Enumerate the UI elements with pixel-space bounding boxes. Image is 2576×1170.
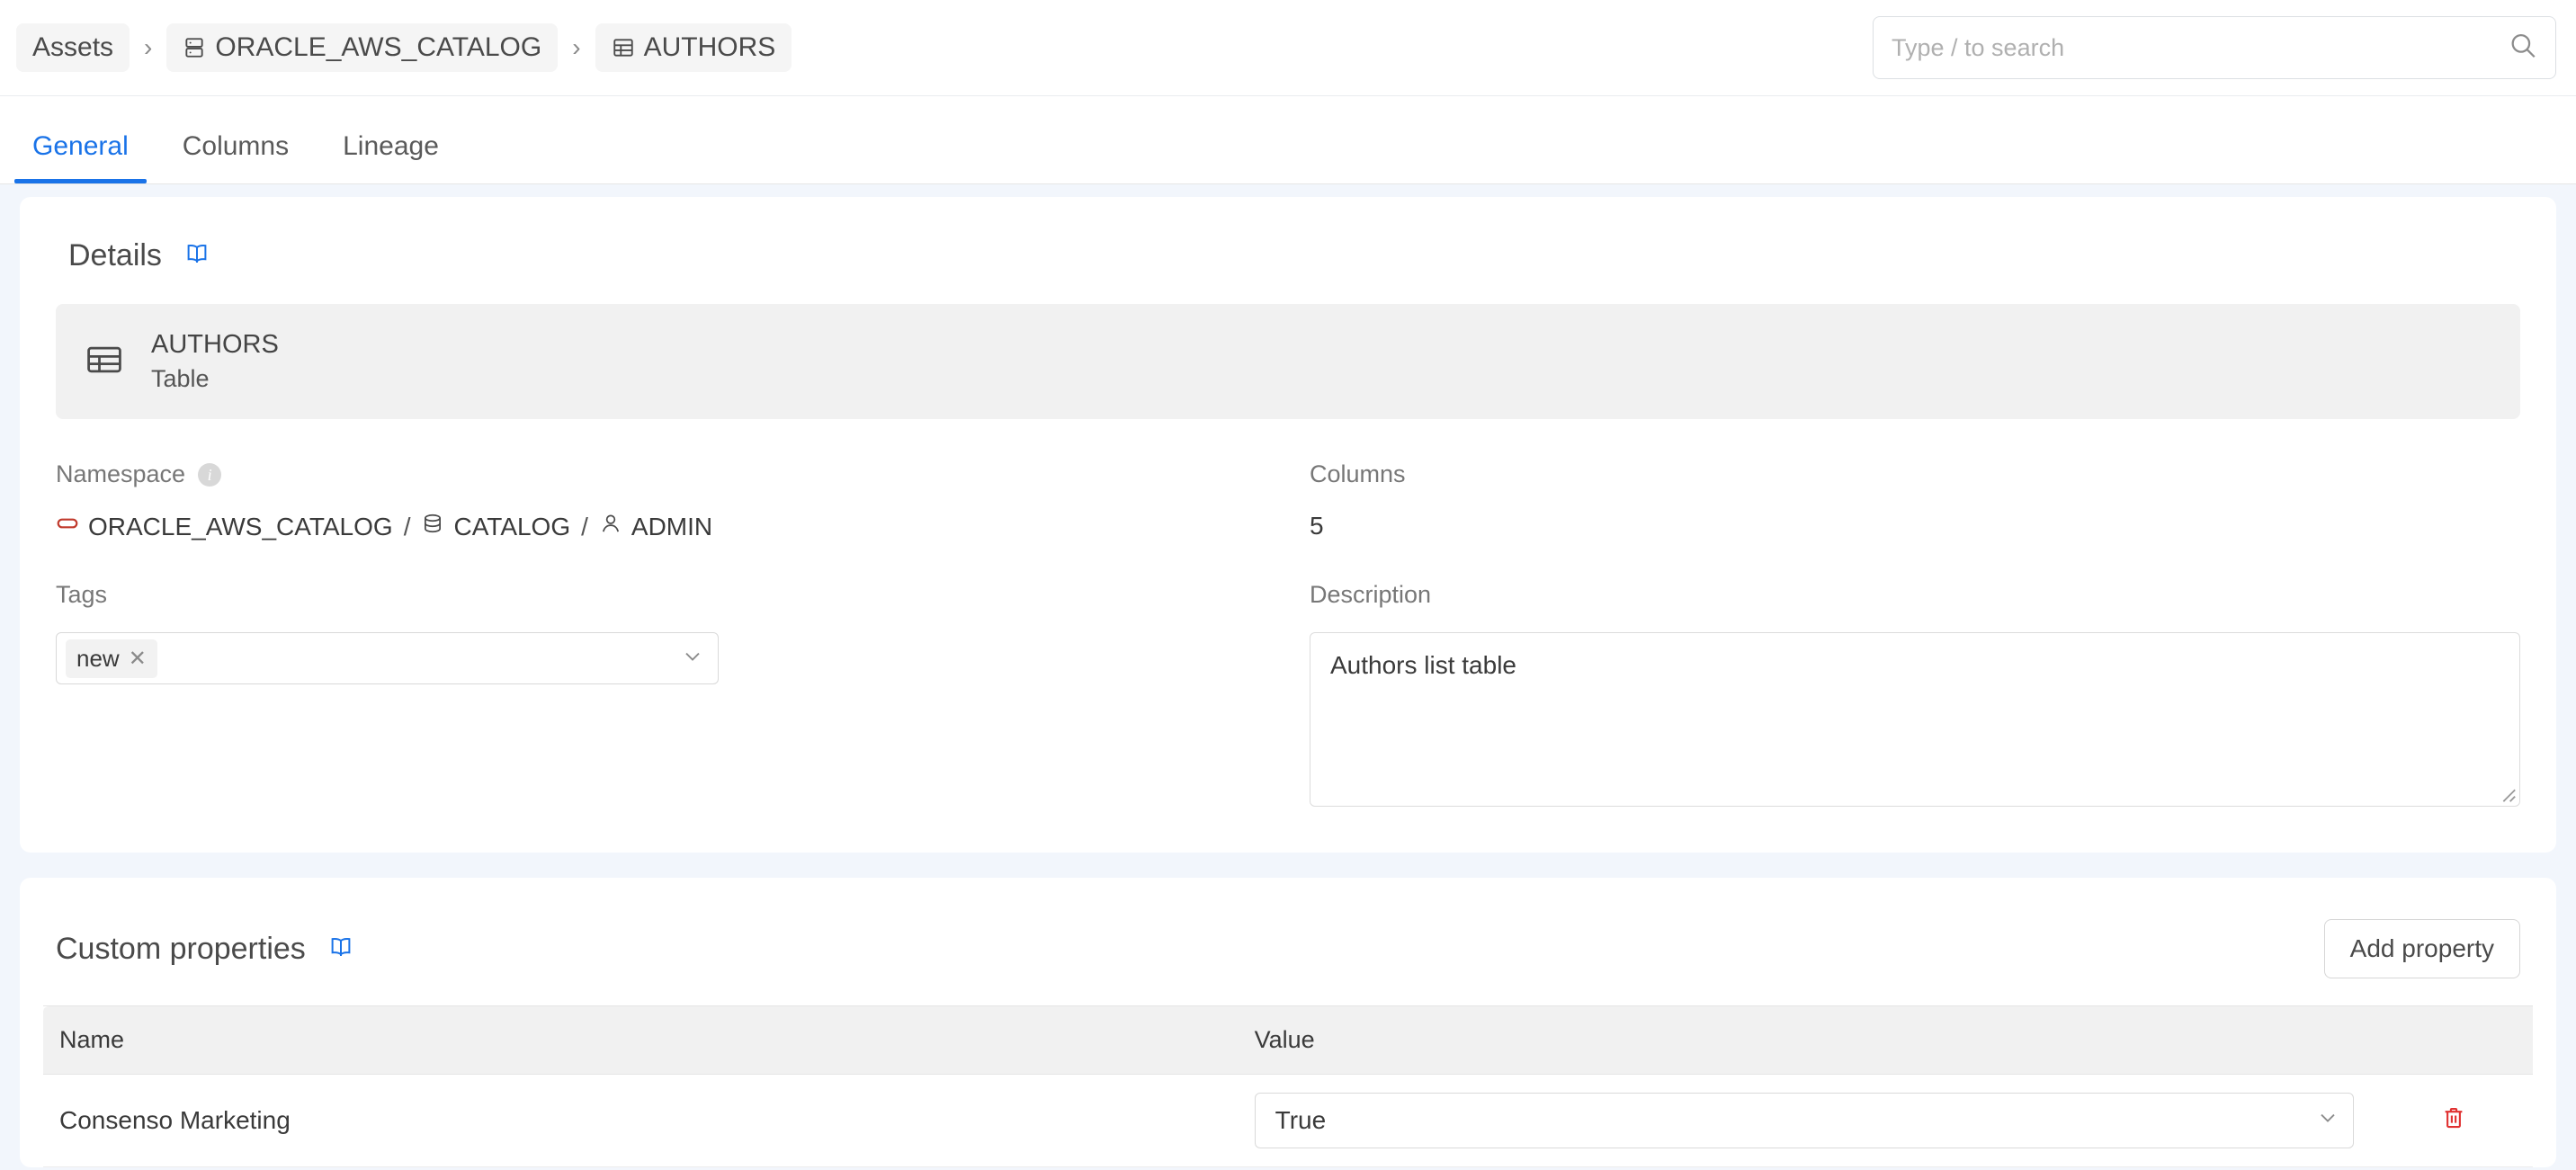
breadcrumb-label-assets: Assets <box>32 32 114 62</box>
top-bar: Assets › ORACLE_AWS_CATALOG › AUTHORS Ty… <box>0 0 2576 96</box>
book-icon[interactable] <box>327 933 354 965</box>
columns-label: Columns <box>1310 460 1406 487</box>
breadcrumb-item-authors[interactable]: AUTHORS <box>595 23 792 72</box>
breadcrumb-label-authors: AUTHORS <box>643 32 776 62</box>
info-icon[interactable]: i <box>198 462 222 487</box>
tags-label: Tags <box>56 581 108 608</box>
user-icon <box>599 512 622 541</box>
custom-properties-table: Name Value Consenso Marketing True <box>43 1005 2533 1167</box>
details-card: Details AUTHORS Table Namespace i ORACLE… <box>20 197 2556 853</box>
namespace-field: Namespace i ORACLE_AWS_CATALOG / CATALOG… <box>56 460 1266 541</box>
breadcrumb-item-catalog[interactable]: ORACLE_AWS_CATALOG <box>166 23 559 72</box>
tag-chip-label: new <box>76 644 120 672</box>
database-icon <box>421 512 444 541</box>
breadcrumb-separator-1: › <box>144 33 153 61</box>
property-name: Consenso Marketing <box>43 1074 1239 1167</box>
description-textarea[interactable] <box>1310 632 2520 807</box>
page-title: Details <box>68 238 162 272</box>
database-server-icon <box>183 36 206 59</box>
custom-properties-title-group: Custom properties <box>56 932 354 967</box>
namespace-text-user: ADMIN <box>631 512 713 540</box>
namespace-label-row: Namespace i <box>56 460 1266 488</box>
asset-type: Table <box>151 365 210 392</box>
namespace-part-user: ADMIN <box>599 512 712 541</box>
description-wrapper <box>1310 632 2520 811</box>
namespace-separator-2: / <box>581 512 588 540</box>
page-content: Details AUTHORS Table Namespace i ORACLE… <box>0 184 2576 1170</box>
delete-property-button[interactable] <box>2440 1104 2467 1134</box>
tab-columns[interactable]: Columns <box>165 131 307 183</box>
namespace-label: Namespace <box>56 460 186 487</box>
namespace-separator-1: / <box>403 512 411 540</box>
chevron-down-icon[interactable] <box>2315 1105 2340 1137</box>
search-input[interactable] <box>1873 16 2556 79</box>
property-actions-cell <box>2424 1074 2533 1167</box>
description-label: Description <box>1310 581 1432 608</box>
table-header-row: Name Value <box>43 1005 2533 1075</box>
description-field: Description <box>1310 581 2520 811</box>
tab-general[interactable]: General <box>14 131 147 183</box>
namespace-value: ORACLE_AWS_CATALOG / CATALOG / ADMIN <box>56 512 1266 541</box>
tag-chip[interactable]: new ✕ <box>66 639 157 678</box>
property-value-text: True <box>1275 1106 1327 1134</box>
add-property-button[interactable]: Add property <box>2323 919 2520 978</box>
column-header-actions <box>2424 1005 2533 1075</box>
breadcrumb-separator-2: › <box>572 33 581 61</box>
trash-icon <box>2440 1104 2467 1134</box>
custom-properties-header: Custom properties Add property <box>43 878 2533 1005</box>
breadcrumb-item-assets[interactable]: Assets <box>16 23 130 72</box>
tab-lineage[interactable]: Lineage <box>325 131 457 183</box>
namespace-part-source: ORACLE_AWS_CATALOG <box>56 512 393 541</box>
tab-bar: General Columns Lineage <box>0 96 2576 184</box>
columns-field: Columns 5 <box>1310 460 2520 541</box>
namespace-text-database: CATALOG <box>453 512 571 540</box>
details-fields-row-1: Namespace i ORACLE_AWS_CATALOG / CATALOG… <box>56 419 2520 541</box>
book-icon[interactable] <box>183 240 210 272</box>
asset-name: AUTHORS <box>151 330 279 359</box>
table-icon <box>85 340 124 384</box>
chevron-down-icon[interactable] <box>680 644 705 674</box>
custom-properties-title: Custom properties <box>56 931 306 966</box>
column-header-name: Name <box>43 1005 1239 1075</box>
tags-field: Tags new ✕ <box>56 581 1266 811</box>
asset-banner: AUTHORS Table <box>56 304 2520 419</box>
columns-count: 5 <box>1310 512 1324 540</box>
namespace-text-source: ORACLE_AWS_CATALOG <box>88 512 393 540</box>
custom-properties-card: Custom properties Add property Name Valu… <box>20 878 2556 1167</box>
table-icon <box>612 36 635 59</box>
search-container <box>1873 16 2556 79</box>
close-icon[interactable]: ✕ <box>129 646 147 672</box>
details-fields-row-2: Tags new ✕ Description <box>56 541 2520 811</box>
property-value-cell: True <box>1238 1074 2425 1167</box>
property-value-select[interactable]: True <box>1254 1093 2354 1148</box>
breadcrumb: Assets › ORACLE_AWS_CATALOG › AUTHORS <box>16 23 792 72</box>
oval-icon <box>56 512 79 541</box>
tags-select[interactable]: new ✕ <box>56 632 719 684</box>
namespace-part-database: CATALOG <box>421 512 570 541</box>
breadcrumb-label-catalog: ORACLE_AWS_CATALOG <box>215 32 542 62</box>
table-row: Consenso Marketing True <box>43 1074 2533 1167</box>
column-header-value: Value <box>1238 1005 2425 1075</box>
details-header: Details <box>56 197 2520 304</box>
